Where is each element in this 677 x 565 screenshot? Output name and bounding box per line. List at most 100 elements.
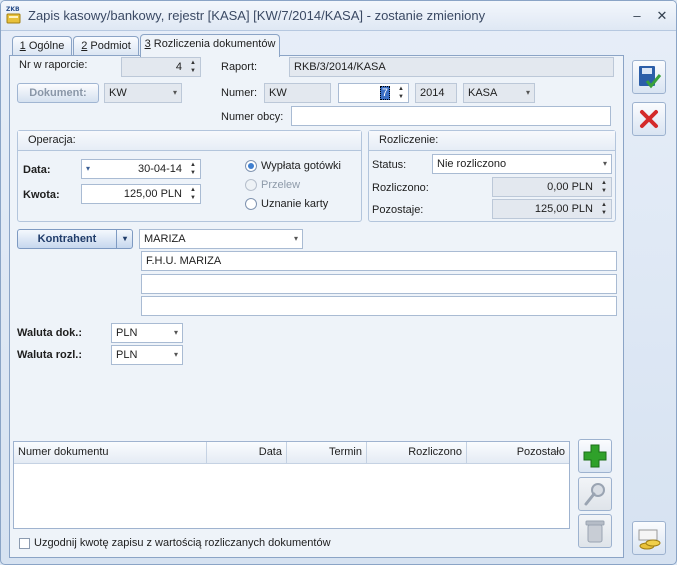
rozliczono-field: 0,00 PLN ▲ ▼ — [492, 177, 612, 197]
kontrahent-split-divider — [116, 229, 117, 249]
documents-table[interactable]: Numer dokumentu Data Termin Rozliczono P… — [13, 441, 570, 529]
calendar-dropdown-icon[interactable]: ▾ — [86, 160, 90, 178]
status-value: Nie rozliczono — [437, 158, 507, 170]
nr-w-raporcie-field[interactable]: 4 ▲ ▼ — [121, 57, 201, 77]
save-icon — [639, 66, 662, 89]
status-select[interactable]: Nie rozliczono ▾ — [432, 154, 612, 174]
radio-przelew[interactable] — [245, 179, 257, 191]
pozostaje-label: Pozostaje: — [372, 204, 424, 216]
numer-register-value: KASA — [468, 87, 498, 99]
numer-obcy-label: Numer obcy: — [221, 111, 284, 123]
waluta-dok-select[interactable]: PLN ▾ — [111, 323, 183, 343]
window-title: Zapis kasowy/bankowy, rejestr [KASA] [KW… — [28, 8, 486, 23]
col-pozostalo[interactable]: Pozostało — [467, 442, 569, 464]
app-icon: ZKB — [6, 5, 22, 25]
nr-w-raporcie-label: Nr w raporcie: — [19, 59, 88, 71]
delete-document-button[interactable] — [578, 514, 612, 548]
rozliczenie-title: Rozliczenie: — [369, 131, 615, 151]
numer-label: Numer: — [221, 87, 258, 99]
chevron-down-icon: ▾ — [525, 88, 530, 97]
radio-wyplata-label: Wypłata gotówki — [261, 160, 341, 172]
numer-spinner-icon[interactable]: ▲ ▼ — [396, 85, 406, 101]
radio-wyplata[interactable] — [245, 160, 257, 172]
pozostaje-spinner-icon: ▲ ▼ — [601, 202, 607, 216]
tab-rozliczenia-label: Rozliczenia dokumentów — [150, 38, 276, 50]
kwota-value: 125,00 PLN — [123, 188, 182, 200]
rozliczono-spinner-icon: ▲ ▼ — [601, 180, 607, 194]
chevron-down-icon[interactable]: ▾ — [118, 230, 132, 248]
waluta-rozl-label: Waluta rozl.: — [17, 349, 82, 361]
kwota-field[interactable]: 125,00 PLN ▲ ▼ — [81, 184, 201, 204]
data-value: 30-04-14 — [137, 163, 182, 175]
tab-podmiot-label: Podmiot — [87, 40, 131, 52]
data-field[interactable]: ▾ 30-04-14 ▲ ▼ — [81, 159, 201, 179]
kontrahent-name3-field[interactable] — [141, 296, 617, 316]
rozliczono-label: Rozliczono: — [372, 182, 429, 194]
kontrahent-button[interactable]: Kontrahent ▾ — [17, 229, 133, 249]
save-button[interactable] — [632, 60, 666, 94]
col-numer-dokumentu[interactable]: Numer dokumentu — [14, 442, 207, 464]
title-bar: ZKB Zapis kasowy/bankowy, rejestr [KASA]… — [1, 1, 676, 31]
kwota-spinner-icon[interactable]: ▲ ▼ — [188, 186, 198, 202]
kontrahent-code-select[interactable]: MARIZA ▾ — [139, 229, 303, 249]
waluta-dok-value: PLN — [116, 327, 138, 339]
chevron-down-icon: ▾ — [172, 88, 177, 97]
pozostaje-field: 125,00 PLN ▲ ▼ — [492, 199, 612, 219]
rozliczono-value: 0,00 PLN — [547, 181, 593, 193]
col-rozliczono[interactable]: Rozliczono — [367, 442, 467, 464]
tab-ogolne-label: Ogólne — [25, 40, 65, 52]
numer-value: 7 — [379, 86, 390, 100]
dokument-value: KW — [109, 87, 127, 99]
raport-field: RKB/3/2014/KASA — [289, 57, 614, 77]
col-termin[interactable]: Termin — [287, 442, 367, 464]
close-icon — [640, 110, 658, 128]
payments-button[interactable] — [632, 521, 666, 555]
coins-icon — [638, 529, 661, 550]
operacja-title: Operacja: — [18, 131, 361, 151]
waluta-dok-label: Waluta dok.: — [17, 327, 82, 339]
kontrahent-button-label: Kontrahent — [37, 233, 97, 245]
radio-uznanie-label: Uznanie karty — [261, 198, 329, 210]
uzgodnij-checkbox-label: Uzgodnij kwotę zapisu z wartością rozlic… — [34, 537, 331, 549]
plus-icon — [583, 444, 607, 468]
kontrahent-name2-field[interactable] — [141, 274, 617, 294]
svg-text:ZKB: ZKB — [6, 6, 20, 13]
tab-podmiot[interactable]: 2 Podmiot — [73, 36, 139, 56]
nr-spinner-icon[interactable]: ▲ ▼ — [188, 59, 198, 75]
col-data[interactable]: Data — [207, 442, 287, 464]
dialog-window: ZKB Zapis kasowy/bankowy, rejestr [KASA]… — [0, 0, 677, 565]
dokument-select[interactable]: KW ▾ — [104, 83, 182, 103]
radio-przelew-label: Przelew — [261, 179, 301, 191]
pozostaje-value: 125,00 PLN — [534, 203, 593, 215]
close-button[interactable]: ✕ — [652, 7, 672, 25]
kwota-label: Kwota: — [23, 189, 60, 201]
search-document-button[interactable] — [578, 477, 612, 511]
trash-icon — [585, 520, 605, 543]
nr-w-raporcie-value: 4 — [175, 61, 182, 73]
radio-uznanie[interactable] — [245, 198, 257, 210]
data-spinner-icon[interactable]: ▲ ▼ — [188, 161, 198, 177]
magnifier-icon — [584, 483, 605, 506]
numer-prefix-field: KW — [264, 83, 331, 103]
numer-year-field: 2014 — [415, 83, 457, 103]
uzgodnij-checkbox[interactable] — [19, 538, 30, 549]
waluta-rozl-value: PLN — [116, 349, 138, 361]
minimize-button[interactable]: – — [627, 7, 647, 25]
dokument-button[interactable]: Dokument: — [17, 83, 99, 103]
raport-label: Raport: — [221, 61, 258, 73]
chevron-down-icon: ▾ — [602, 159, 607, 168]
kontrahent-code-value: MARIZA — [144, 233, 186, 245]
numer-field[interactable]: 7 ▲ ▼ — [338, 83, 409, 103]
chevron-down-icon: ▾ — [173, 350, 178, 359]
waluta-rozl-select[interactable]: PLN ▾ — [111, 345, 183, 365]
tab-rozliczenia[interactable]: 3 Rozliczenia dokumentów — [140, 34, 280, 57]
add-document-button[interactable] — [578, 439, 612, 473]
numer-obcy-field[interactable] — [291, 106, 611, 126]
numer-register-select[interactable]: KASA ▾ — [463, 83, 535, 103]
cancel-button[interactable] — [632, 102, 666, 136]
chevron-down-icon: ▾ — [293, 234, 298, 243]
chevron-down-icon: ▾ — [173, 328, 178, 337]
tab-ogolne[interactable]: 1 Ogólne — [12, 36, 72, 56]
kontrahent-name1-field[interactable]: F.H.U. MARIZA — [141, 251, 617, 271]
status-label: Status: — [372, 159, 407, 171]
